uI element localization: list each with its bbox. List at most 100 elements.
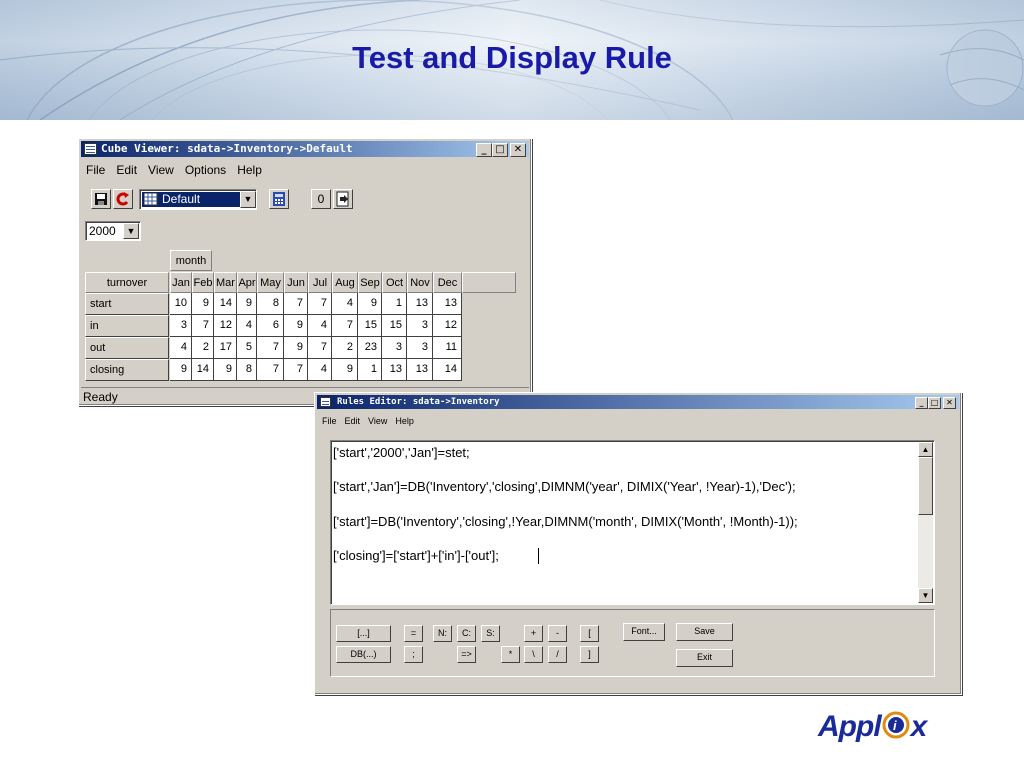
chevron-down-icon[interactable]: ▼ — [123, 223, 139, 239]
left-bracket-button[interactable]: [ — [580, 625, 599, 642]
grid-cell[interactable]: 4 — [332, 293, 358, 315]
close-button[interactable]: ✕ — [510, 143, 526, 157]
minimize-button[interactable]: _ — [915, 397, 928, 409]
scroll-down-icon[interactable]: ▼ — [918, 588, 933, 603]
menu-edit[interactable]: Edit — [345, 416, 361, 426]
chevron-down-icon[interactable]: ▼ — [240, 191, 256, 208]
menu-view[interactable]: View — [148, 163, 174, 177]
column-header-mar[interactable]: Mar — [214, 272, 237, 293]
grid-cell[interactable]: 6 — [257, 315, 284, 337]
vertical-scrollbar[interactable]: ▲ ▼ — [918, 442, 933, 603]
grid-cell[interactable]: 7 — [284, 293, 308, 315]
grid-cell[interactable]: 1 — [358, 359, 382, 381]
menu-file[interactable]: File — [322, 416, 337, 426]
grid-cell[interactable]: 7 — [257, 337, 284, 359]
grid-cell[interactable]: 12 — [214, 315, 237, 337]
multiply-button[interactable]: * — [501, 646, 520, 663]
minimize-button[interactable]: _ — [476, 143, 492, 157]
grid-cell[interactable]: 15 — [382, 315, 407, 337]
row-header-closing[interactable]: closing — [85, 359, 169, 381]
row-header-out[interactable]: out — [85, 337, 169, 359]
grid-cell[interactable]: 9 — [192, 293, 214, 315]
menu-edit[interactable]: Edit — [116, 163, 137, 177]
grid-cell[interactable]: 9 — [284, 315, 308, 337]
maximize-button[interactable]: □ — [928, 397, 941, 409]
menu-options[interactable]: Options — [185, 163, 226, 177]
grid-cell[interactable]: 9 — [214, 359, 237, 381]
grid-cell[interactable]: 2 — [192, 337, 214, 359]
grid-cell[interactable]: 2 — [332, 337, 358, 359]
row-header-in[interactable]: in — [85, 315, 169, 337]
plus-button[interactable]: + — [524, 625, 543, 642]
grid-cell[interactable]: 9 — [284, 337, 308, 359]
semicolon-button[interactable]: ; — [404, 646, 423, 663]
row-dimension-label[interactable]: turnover — [85, 272, 169, 293]
feeder-arrow-button[interactable]: => — [457, 646, 476, 663]
menu-help[interactable]: Help — [237, 163, 262, 177]
column-header-jun[interactable]: Jun — [284, 272, 308, 293]
grid-cell[interactable]: 5 — [237, 337, 257, 359]
grid-cell[interactable]: 17 — [214, 337, 237, 359]
grid-cell[interactable]: 9 — [358, 293, 382, 315]
grid-cell[interactable]: 7 — [192, 315, 214, 337]
grid-cell[interactable]: 4 — [170, 337, 192, 359]
export-icon[interactable] — [333, 189, 353, 209]
cube-viewer-titlebar[interactable]: Cube Viewer: sdata->Inventory->Default — [81, 141, 529, 157]
grid-cell[interactable]: 4 — [308, 315, 332, 337]
view-select[interactable]: Default ▼ — [139, 189, 257, 210]
scroll-thumb[interactable] — [918, 457, 933, 515]
grid-cell[interactable]: 9 — [332, 359, 358, 381]
maximize-button[interactable]: □ — [492, 143, 508, 157]
grid-cell[interactable]: 3 — [407, 337, 433, 359]
equals-button[interactable]: = — [404, 625, 423, 642]
save-icon[interactable] — [91, 189, 111, 209]
grid-cell[interactable]: 12 — [433, 315, 462, 337]
menu-help[interactable]: Help — [395, 416, 414, 426]
grid-cell[interactable]: 1 — [382, 293, 407, 315]
grid-cell[interactable]: 7 — [308, 337, 332, 359]
column-dimension-label[interactable]: month — [170, 250, 212, 271]
backslash-button[interactable]: \ — [524, 646, 543, 663]
exit-button[interactable]: Exit — [676, 649, 733, 667]
db-function-button[interactable]: DB(...) — [336, 646, 391, 663]
column-header-dec[interactable]: Dec — [433, 272, 462, 293]
grid-cell[interactable]: 11 — [433, 337, 462, 359]
column-header-may[interactable]: May — [257, 272, 284, 293]
column-header-apr[interactable]: Apr — [237, 272, 257, 293]
grid-cell[interactable]: 13 — [407, 359, 433, 381]
recalculate-icon[interactable] — [113, 189, 133, 209]
grid-cell[interactable]: 15 — [358, 315, 382, 337]
right-bracket-button[interactable]: ] — [580, 646, 599, 663]
grid-cell[interactable]: 4 — [308, 359, 332, 381]
divide-button[interactable]: / — [548, 646, 567, 663]
grid-cell[interactable]: 7 — [308, 293, 332, 315]
s-button[interactable]: S: — [481, 625, 500, 642]
column-header-jul[interactable]: Jul — [308, 272, 332, 293]
column-header-feb[interactable]: Feb — [192, 272, 214, 293]
grid-cell[interactable]: 3 — [407, 315, 433, 337]
column-header-nov[interactable]: Nov — [407, 272, 433, 293]
grid-cell[interactable]: 8 — [237, 359, 257, 381]
insert-reference-button[interactable]: [...] — [336, 625, 391, 642]
zero-button[interactable]: 0 — [311, 189, 331, 209]
grid-cell[interactable]: 13 — [433, 293, 462, 315]
grid-cell[interactable]: 13 — [382, 359, 407, 381]
column-header-oct[interactable]: Oct — [382, 272, 407, 293]
grid-cell[interactable]: 3 — [382, 337, 407, 359]
scroll-up-icon[interactable]: ▲ — [918, 442, 933, 457]
grid-cell[interactable]: 10 — [170, 293, 192, 315]
grid-cell[interactable]: 7 — [284, 359, 308, 381]
grid-cell[interactable]: 7 — [332, 315, 358, 337]
grid-cell[interactable]: 13 — [407, 293, 433, 315]
grid-cell[interactable]: 23 — [358, 337, 382, 359]
close-button[interactable]: ✕ — [943, 397, 956, 409]
column-header-jan[interactable]: Jan — [170, 272, 192, 293]
rules-text-area[interactable]: ['start','2000','Jan']=stet; ['start','J… — [330, 440, 935, 605]
menu-file[interactable]: File — [86, 163, 105, 177]
grid-cell[interactable]: 7 — [257, 359, 284, 381]
menu-view[interactable]: View — [368, 416, 387, 426]
n-button[interactable]: N: — [433, 625, 452, 642]
grid-cell[interactable]: 4 — [237, 315, 257, 337]
grid-cell[interactable]: 8 — [257, 293, 284, 315]
grid-cell[interactable]: 14 — [214, 293, 237, 315]
